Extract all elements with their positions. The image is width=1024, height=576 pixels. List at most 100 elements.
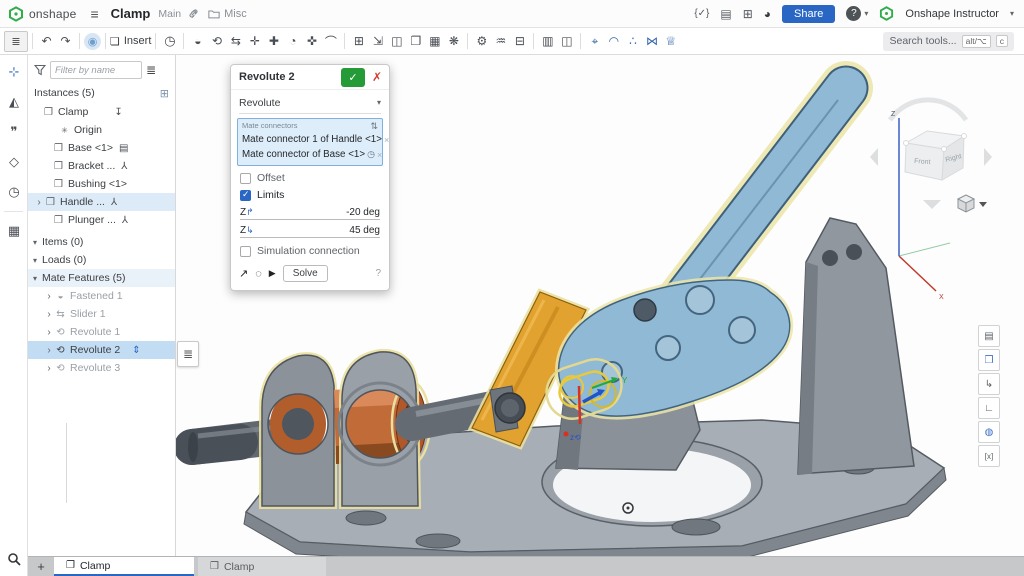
play-animation-icon[interactable]: ▶ — [269, 268, 276, 279]
feature-script-icon[interactable]: {✓} — [694, 8, 709, 19]
tree-options-icon[interactable]: ≣ — [146, 63, 156, 77]
help-caret-icon[interactable]: ▾ — [864, 9, 868, 18]
offset-option[interactable]: Offset — [231, 168, 389, 185]
help-button[interactable]: ? — [846, 6, 861, 21]
animate-mate-icon[interactable]: ↗ — [239, 267, 248, 280]
collapse-chevron-icon[interactable]: ▾ — [28, 238, 42, 247]
section-mate-features[interactable]: ▾ Mate Features (5) — [28, 269, 175, 287]
dialog-help-icon[interactable]: ? — [375, 268, 381, 279]
new-tab-button[interactable]: + — [28, 557, 54, 576]
undo-button[interactable]: ↶ — [37, 34, 56, 48]
tangent-mate-button[interactable]: ⌒ — [321, 33, 340, 50]
section-view-icon[interactable]: ◠ — [604, 34, 623, 48]
remove-connector-icon[interactable]: × — [377, 150, 382, 160]
limit-min-field[interactable]: Z ↱ -20 deg — [240, 207, 380, 220]
cancel-button[interactable]: ✗ — [365, 70, 389, 84]
onshape-logo-icon[interactable] — [8, 6, 24, 22]
flip-connectors-icon[interactable]: ⇅ — [370, 121, 378, 132]
transform-button[interactable]: ⇲ — [368, 34, 387, 48]
parallel-mate-button[interactable]: ✜ — [302, 34, 321, 48]
branch-label[interactable]: Main — [158, 8, 181, 20]
folder-label[interactable]: Misc — [224, 8, 247, 20]
history-rail-icon[interactable]: ◷ — [0, 179, 28, 205]
cylindrical-mate-button[interactable]: ✚ — [264, 34, 283, 48]
mate-row-fastened-1[interactable]: › ◒ Fastened 1 — [28, 287, 175, 305]
tree-row-clamp[interactable]: ❐ Clamp ↧ — [28, 103, 175, 121]
document-menu-icon[interactable]: ≡ — [90, 6, 98, 22]
account-caret-icon[interactable]: ▾ — [1010, 9, 1014, 18]
collapse-chevron-icon[interactable]: ▾ — [28, 256, 42, 265]
tab-partstudio-clamp[interactable]: ❒ Clamp — [198, 557, 326, 576]
expand-chevron-icon[interactable]: › — [44, 363, 54, 374]
revolute-mate-button[interactable]: ⟲ — [207, 34, 226, 48]
add-folder-icon[interactable]: ⊞ — [160, 87, 169, 100]
account-menu[interactable]: Onshape Instructor — [905, 8, 999, 20]
remove-connector-icon[interactable]: × — [384, 135, 389, 145]
redo-button[interactable]: ↷ — [56, 34, 75, 48]
explode-view-button[interactable]: ↳ — [978, 373, 1000, 395]
display-states-icon[interactable]: ♕ — [661, 34, 680, 48]
tree-row-bushing[interactable]: ❒ Bushing <1> — [28, 175, 175, 193]
slider-mate-button[interactable]: ⇆ — [226, 34, 245, 48]
filter-funnel-icon[interactable] — [34, 64, 46, 76]
expand-chevron-icon[interactable]: › — [34, 197, 44, 208]
appearance-panel-button[interactable]: ◍ — [978, 421, 1000, 443]
offset-checkbox[interactable] — [240, 173, 251, 184]
tree-row-handle[interactable]: › ❒ Handle ... ⅄ — [28, 193, 175, 211]
search-tools-box[interactable]: Search tools... alt/⌥ c — [883, 32, 1014, 51]
expand-chevron-icon[interactable]: › — [44, 309, 54, 320]
mate-row-revolute-2[interactable]: › ⟲ Revolute 2 ⇕ — [28, 341, 175, 359]
tree-row-bracket[interactable]: ❒ Bracket ... ⅄ — [28, 157, 175, 175]
fastened-mate-button[interactable]: ◒ — [188, 34, 207, 48]
free-rotate-icon[interactable]: ◌ — [255, 268, 262, 280]
appearance-rail-icon[interactable]: ◭ — [0, 89, 28, 115]
limits-checkbox[interactable] — [240, 190, 251, 201]
expand-chevron-icon[interactable]: › — [44, 327, 54, 338]
document-list-icon[interactable]: ▤ — [720, 7, 731, 21]
appearance-icon[interactable]: ∴ — [623, 34, 642, 48]
pattern-button[interactable]: ▦ — [425, 34, 444, 48]
mate-type-select[interactable]: Revolute ▾ — [239, 92, 381, 114]
mate-row-revolute-1[interactable]: › ⟲ Revolute 1 — [28, 323, 175, 341]
section-view-button[interactable]: ∟ — [978, 397, 1000, 419]
mate-row-slider-1[interactable]: › ⇆ Slider 1 — [28, 305, 175, 323]
bom-panel-button[interactable]: ▤ — [978, 325, 1000, 347]
tree-row-plunger[interactable]: ❒ Plunger ... ⅄ — [28, 211, 175, 229]
sync-status-icon[interactable]: ◕ — [764, 7, 771, 21]
variables-panel-button[interactable]: [x] — [978, 445, 1000, 467]
explode-button[interactable]: ❋ — [444, 34, 463, 48]
link-icon[interactable] — [188, 8, 199, 19]
document-title[interactable]: Clamp — [111, 6, 151, 21]
connector-item-2[interactable]: Mate connector of Base <1> ◷ × — [242, 147, 378, 162]
comments-rail-icon[interactable]: ❞ — [0, 119, 28, 145]
measure-button[interactable]: ◫ — [557, 34, 576, 48]
tab-assembly-clamp[interactable]: ❐ Clamp — [54, 557, 194, 576]
replicate-button[interactable]: ❐ — [406, 34, 425, 48]
snap-mode-button[interactable]: ⊞ — [349, 34, 368, 48]
tree-row-base[interactable]: ❒ Base <1> ▤ — [28, 139, 175, 157]
create-version-icon[interactable]: ⊞ — [743, 7, 753, 21]
history-clock-icon[interactable]: ◷ — [160, 33, 179, 49]
mate-row-revolute-3[interactable]: › ⟲ Revolute 3 — [28, 359, 175, 377]
spotlight-mate-icon[interactable]: ⌖ — [585, 34, 604, 49]
limit-max-value[interactable]: 45 deg — [349, 225, 380, 236]
gear-relation-button[interactable]: ⚙ — [472, 34, 491, 48]
mate-connectors-list[interactable]: Mate connectors ⇅ Mate connector 1 of Ha… — [237, 118, 383, 166]
accept-button[interactable]: ✓ — [341, 68, 365, 87]
collapse-chevron-icon[interactable]: ▾ — [28, 274, 42, 283]
limit-min-value[interactable]: -20 deg — [346, 207, 380, 218]
filter-input[interactable] — [50, 61, 142, 79]
solve-button[interactable]: Solve — [283, 265, 328, 282]
tables-rail-icon[interactable]: ▦ — [0, 218, 28, 244]
viewport-search-icon[interactable] — [0, 552, 28, 572]
expand-chevron-icon[interactable]: › — [44, 345, 54, 356]
insert-button[interactable]: ❏ Insert — [110, 35, 151, 48]
simulation-option[interactable]: Simulation connection — [231, 238, 389, 258]
screw-relation-button[interactable]: ⊟ — [510, 34, 529, 48]
rack-relation-button[interactable]: ♒ — [491, 34, 510, 48]
ball-mate-button[interactable]: ◔ — [283, 34, 302, 48]
section-items[interactable]: ▾ Items (0) — [28, 233, 175, 251]
mate-connector-rail-icon[interactable]: ⊹ — [0, 59, 28, 85]
mate-list-flyout-button[interactable]: ≣ — [177, 341, 199, 367]
limits-option[interactable]: Limits — [231, 185, 389, 202]
